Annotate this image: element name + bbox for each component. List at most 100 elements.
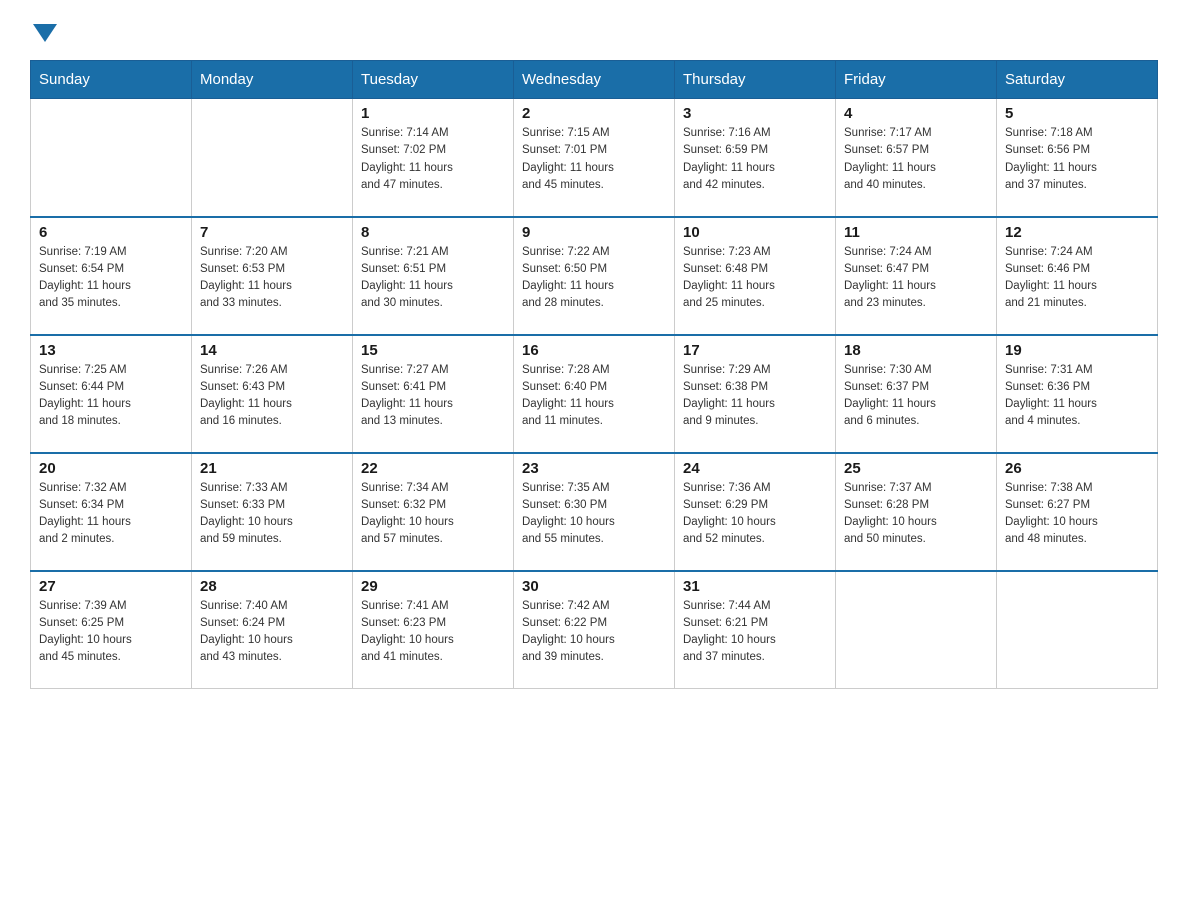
calendar-cell <box>836 571 997 689</box>
day-info: Sunrise: 7:40 AM Sunset: 6:24 PM Dayligh… <box>200 598 344 667</box>
calendar-cell: 18 Sunrise: 7:30 AM Sunset: 6:37 PM Dayli… <box>836 335 997 453</box>
calendar-week-row: 13 Sunrise: 7:25 AM Sunset: 6:44 PM Dayli… <box>31 335 1158 453</box>
calendar-cell: 6 Sunrise: 7:19 AM Sunset: 6:54 PM Daylig… <box>31 217 192 335</box>
day-of-week-header: Wednesday <box>514 61 675 99</box>
day-info: Sunrise: 7:36 AM Sunset: 6:29 PM Dayligh… <box>683 480 827 549</box>
day-number: 29 <box>361 578 505 595</box>
day-number: 31 <box>683 578 827 595</box>
calendar-cell: 4Sunrise: 7:17 AM Sunset: 6:57 PM Daylig… <box>836 99 997 217</box>
day-number: 20 <box>39 460 183 477</box>
calendar-cell: 31 Sunrise: 7:44 AM Sunset: 6:21 PM Dayli… <box>675 571 836 689</box>
day-info: Sunrise: 7:15 AM Sunset: 7:01 PM Dayligh… <box>522 125 666 194</box>
calendar-cell: 25 Sunrise: 7:37 AM Sunset: 6:28 PM Dayli… <box>836 453 997 571</box>
day-number: 9 <box>522 224 666 241</box>
day-of-week-header: Saturday <box>997 61 1158 99</box>
day-number: 17 <box>683 342 827 359</box>
day-number: 15 <box>361 342 505 359</box>
day-info: Sunrise: 7:32 AM Sunset: 6:34 PM Dayligh… <box>39 480 183 549</box>
day-number: 2 <box>522 105 666 122</box>
day-number: 1 <box>361 105 505 122</box>
day-info: Sunrise: 7:24 AM Sunset: 6:46 PM Dayligh… <box>1005 244 1149 313</box>
day-of-week-header: Thursday <box>675 61 836 99</box>
day-number: 16 <box>522 342 666 359</box>
day-info: Sunrise: 7:14 AM Sunset: 7:02 PM Dayligh… <box>361 125 505 194</box>
day-info: Sunrise: 7:24 AM Sunset: 6:47 PM Dayligh… <box>844 244 988 313</box>
day-number: 5 <box>1005 105 1149 122</box>
calendar-cell: 10 Sunrise: 7:23 AM Sunset: 6:48 PM Dayli… <box>675 217 836 335</box>
calendar-cell <box>192 99 353 217</box>
day-info: Sunrise: 7:19 AM Sunset: 6:54 PM Dayligh… <box>39 244 183 313</box>
day-of-week-header: Tuesday <box>353 61 514 99</box>
day-info: Sunrise: 7:34 AM Sunset: 6:32 PM Dayligh… <box>361 480 505 549</box>
calendar-cell: 7 Sunrise: 7:20 AM Sunset: 6:53 PM Daylig… <box>192 217 353 335</box>
logo-triangle-icon <box>33 24 57 42</box>
day-info: Sunrise: 7:18 AM Sunset: 6:56 PM Dayligh… <box>1005 125 1149 194</box>
day-of-week-header: Friday <box>836 61 997 99</box>
day-info: Sunrise: 7:29 AM Sunset: 6:38 PM Dayligh… <box>683 362 827 431</box>
day-info: Sunrise: 7:41 AM Sunset: 6:23 PM Dayligh… <box>361 598 505 667</box>
day-number: 24 <box>683 460 827 477</box>
day-info: Sunrise: 7:25 AM Sunset: 6:44 PM Dayligh… <box>39 362 183 431</box>
logo <box>30 20 57 42</box>
calendar-cell: 3Sunrise: 7:16 AM Sunset: 6:59 PM Daylig… <box>675 99 836 217</box>
day-info: Sunrise: 7:35 AM Sunset: 6:30 PM Dayligh… <box>522 480 666 549</box>
calendar-week-row: 27 Sunrise: 7:39 AM Sunset: 6:25 PM Dayli… <box>31 571 1158 689</box>
calendar-cell: 20 Sunrise: 7:32 AM Sunset: 6:34 PM Dayli… <box>31 453 192 571</box>
calendar-cell: 12 Sunrise: 7:24 AM Sunset: 6:46 PM Dayli… <box>997 217 1158 335</box>
day-of-week-header: Monday <box>192 61 353 99</box>
calendar-cell: 2 Sunrise: 7:15 AM Sunset: 7:01 PM Daylig… <box>514 99 675 217</box>
day-of-week-header: Sunday <box>31 61 192 99</box>
day-info: Sunrise: 7:30 AM Sunset: 6:37 PM Dayligh… <box>844 362 988 431</box>
calendar-week-row: 1 Sunrise: 7:14 AM Sunset: 7:02 PM Daylig… <box>31 99 1158 217</box>
day-info: Sunrise: 7:38 AM Sunset: 6:27 PM Dayligh… <box>1005 480 1149 549</box>
calendar-cell: 9 Sunrise: 7:22 AM Sunset: 6:50 PM Daylig… <box>514 217 675 335</box>
day-info: Sunrise: 7:20 AM Sunset: 6:53 PM Dayligh… <box>200 244 344 313</box>
calendar-cell: 5 Sunrise: 7:18 AM Sunset: 6:56 PM Daylig… <box>997 99 1158 217</box>
calendar-cell: 19 Sunrise: 7:31 AM Sunset: 6:36 PM Dayli… <box>997 335 1158 453</box>
calendar-cell: 23 Sunrise: 7:35 AM Sunset: 6:30 PM Dayli… <box>514 453 675 571</box>
day-number: 18 <box>844 342 988 359</box>
day-info: Sunrise: 7:26 AM Sunset: 6:43 PM Dayligh… <box>200 362 344 431</box>
day-number: 10 <box>683 224 827 241</box>
calendar-cell: 13 Sunrise: 7:25 AM Sunset: 6:44 PM Dayli… <box>31 335 192 453</box>
day-number: 8 <box>361 224 505 241</box>
day-info: Sunrise: 7:33 AM Sunset: 6:33 PM Dayligh… <box>200 480 344 549</box>
day-number: 14 <box>200 342 344 359</box>
day-number: 4 <box>844 105 988 122</box>
day-info: Sunrise: 7:39 AM Sunset: 6:25 PM Dayligh… <box>39 598 183 667</box>
calendar-cell <box>31 99 192 217</box>
calendar-header-row: SundayMondayTuesdayWednesdayThursdayFrid… <box>31 61 1158 99</box>
calendar-cell: 28 Sunrise: 7:40 AM Sunset: 6:24 PM Dayli… <box>192 571 353 689</box>
calendar-cell: 1 Sunrise: 7:14 AM Sunset: 7:02 PM Daylig… <box>353 99 514 217</box>
calendar-cell: 17 Sunrise: 7:29 AM Sunset: 6:38 PM Dayli… <box>675 335 836 453</box>
day-number: 21 <box>200 460 344 477</box>
calendar-cell: 27 Sunrise: 7:39 AM Sunset: 6:25 PM Dayli… <box>31 571 192 689</box>
day-number: 23 <box>522 460 666 477</box>
day-info: Sunrise: 7:44 AM Sunset: 6:21 PM Dayligh… <box>683 598 827 667</box>
day-number: 13 <box>39 342 183 359</box>
calendar-cell: 15 Sunrise: 7:27 AM Sunset: 6:41 PM Dayli… <box>353 335 514 453</box>
calendar-cell: 30Sunrise: 7:42 AM Sunset: 6:22 PM Dayli… <box>514 571 675 689</box>
day-number: 7 <box>200 224 344 241</box>
day-info: Sunrise: 7:21 AM Sunset: 6:51 PM Dayligh… <box>361 244 505 313</box>
calendar-week-row: 20 Sunrise: 7:32 AM Sunset: 6:34 PM Dayli… <box>31 453 1158 571</box>
page-header <box>30 20 1158 42</box>
day-info: Sunrise: 7:31 AM Sunset: 6:36 PM Dayligh… <box>1005 362 1149 431</box>
day-number: 6 <box>39 224 183 241</box>
day-info: Sunrise: 7:37 AM Sunset: 6:28 PM Dayligh… <box>844 480 988 549</box>
calendar-cell: 24 Sunrise: 7:36 AM Sunset: 6:29 PM Dayli… <box>675 453 836 571</box>
day-info: Sunrise: 7:23 AM Sunset: 6:48 PM Dayligh… <box>683 244 827 313</box>
calendar-cell: 29 Sunrise: 7:41 AM Sunset: 6:23 PM Dayli… <box>353 571 514 689</box>
day-number: 25 <box>844 460 988 477</box>
calendar-cell <box>997 571 1158 689</box>
day-info: Sunrise: 7:27 AM Sunset: 6:41 PM Dayligh… <box>361 362 505 431</box>
calendar-cell: 11Sunrise: 7:24 AM Sunset: 6:47 PM Dayli… <box>836 217 997 335</box>
day-info: Sunrise: 7:22 AM Sunset: 6:50 PM Dayligh… <box>522 244 666 313</box>
day-number: 22 <box>361 460 505 477</box>
day-number: 27 <box>39 578 183 595</box>
calendar-table: SundayMondayTuesdayWednesdayThursdayFrid… <box>30 60 1158 689</box>
day-number: 12 <box>1005 224 1149 241</box>
calendar-cell: 16Sunrise: 7:28 AM Sunset: 6:40 PM Dayli… <box>514 335 675 453</box>
day-number: 19 <box>1005 342 1149 359</box>
day-number: 28 <box>200 578 344 595</box>
